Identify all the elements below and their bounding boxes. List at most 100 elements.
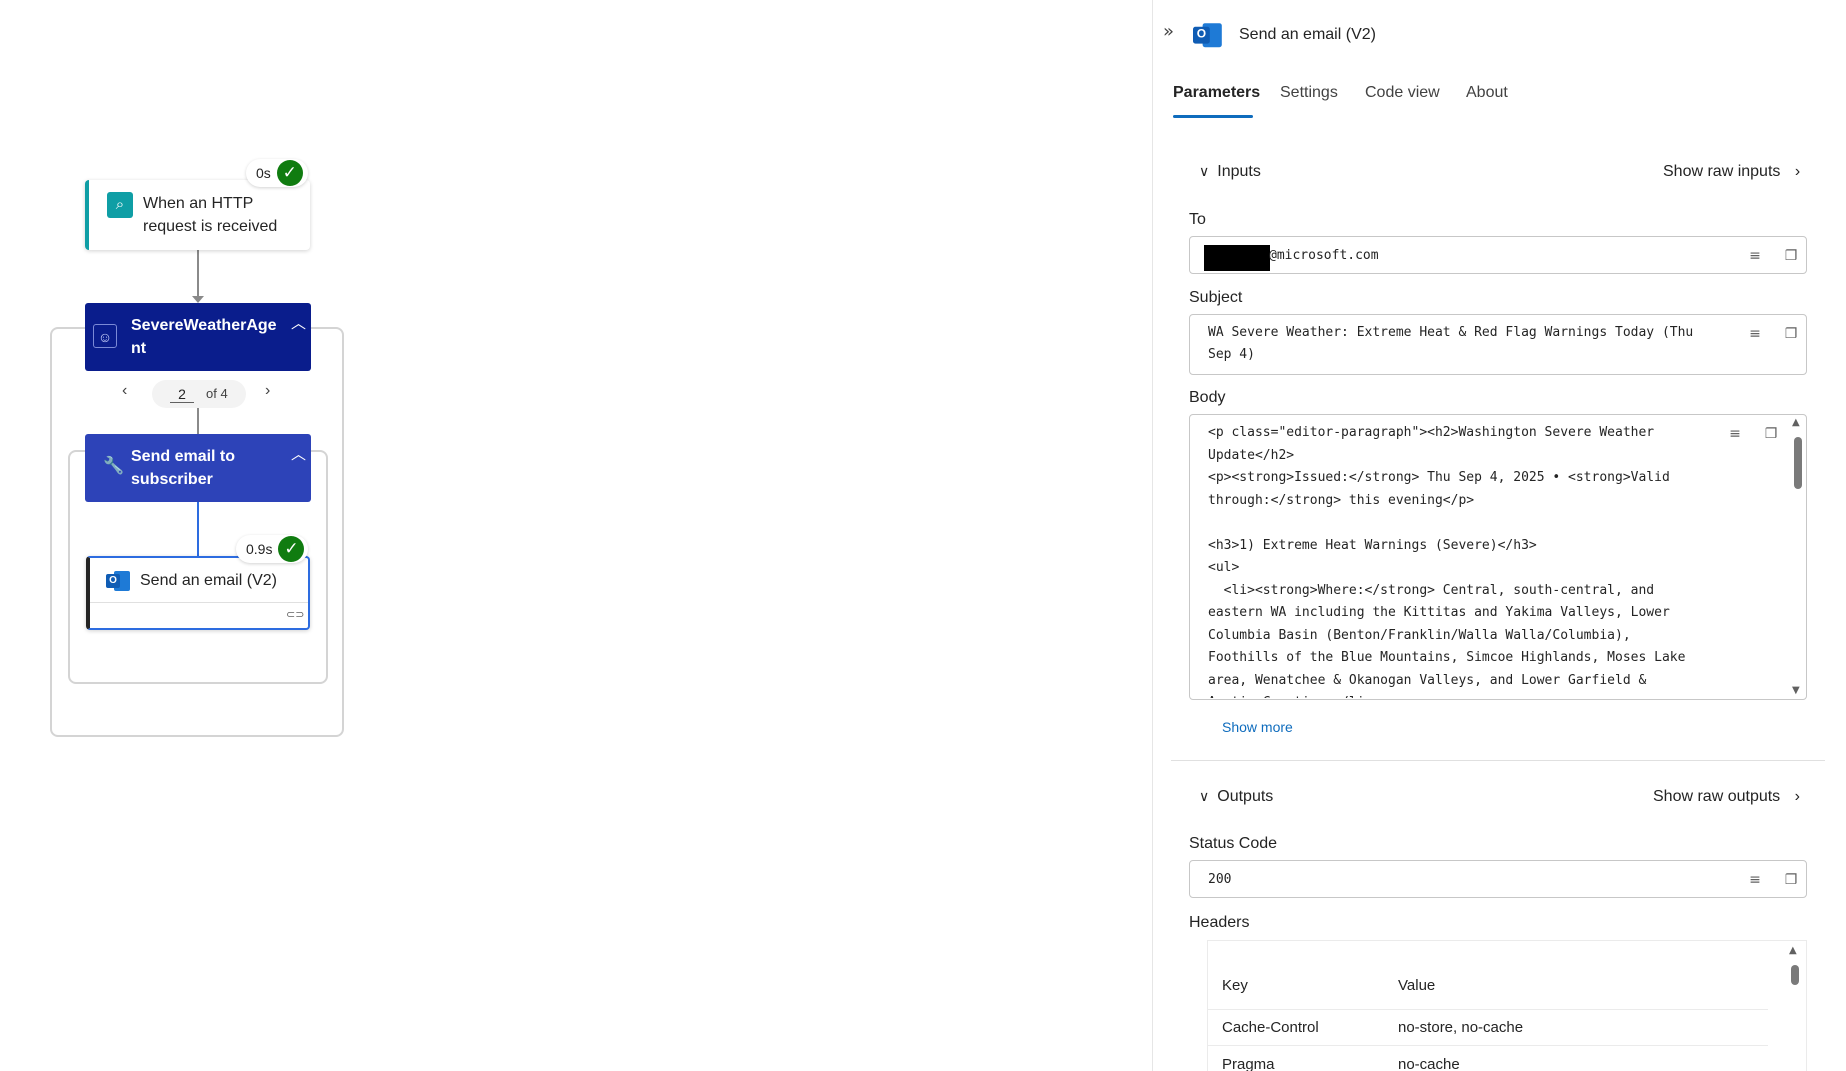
- table-row: Pragma no-cache: [1208, 1046, 1768, 1071]
- action-status-badge: 0.9s ✓: [236, 535, 308, 563]
- format-icon[interactable]: ≡: [1746, 871, 1764, 889]
- show-raw-inputs-link[interactable]: Show raw inputs ›: [1663, 163, 1800, 181]
- connector-line: [197, 250, 199, 297]
- outputs-section-toggle[interactable]: ∨ Outputs: [1199, 788, 1273, 806]
- headers-label: Headers: [1189, 914, 1250, 931]
- table-header-row: Key Value: [1208, 961, 1768, 1010]
- wrench-icon: 🔧: [103, 456, 125, 475]
- format-icon[interactable]: ≡: [1746, 247, 1764, 265]
- header-key: Pragma: [1222, 1056, 1275, 1071]
- show-raw-outputs-label: Show raw outputs: [1653, 788, 1781, 805]
- subject-field[interactable]: WA Severe Weather: Extreme Heat & Red Fl…: [1189, 314, 1807, 375]
- body-field[interactable]: <p class="editor-paragraph"><h2>Washingt…: [1189, 414, 1807, 700]
- chevron-right-icon: ›: [1794, 163, 1801, 180]
- panel-title: Send an email (V2): [1239, 26, 1376, 43]
- body-line: <ul>: [1208, 560, 1240, 575]
- status-code-value: 200: [1208, 872, 1232, 887]
- subscope-title: Send email to subscriber: [131, 445, 281, 491]
- header-value: no-store, no-cache: [1398, 1019, 1524, 1036]
- chevron-down-icon: ∨: [1199, 789, 1210, 805]
- trigger-status-badge: 0s ✓: [246, 159, 308, 187]
- body-line: <p class="editor-paragraph"><h2>Washingt…: [1208, 425, 1655, 440]
- copy-icon[interactable]: ❐: [1782, 325, 1800, 343]
- success-check-icon: ✓: [278, 536, 305, 562]
- copy-icon[interactable]: ❐: [1782, 871, 1800, 889]
- subject-line-1: WA Severe Weather: Extreme Heat & Red Fl…: [1208, 325, 1694, 340]
- pager-box: [152, 380, 246, 408]
- scroll-down-icon[interactable]: ▼: [1792, 685, 1800, 696]
- chevron-down-icon: ∨: [1199, 164, 1210, 180]
- connector-line: [197, 502, 199, 556]
- to-label: To: [1189, 211, 1206, 228]
- tab-about[interactable]: About: [1466, 84, 1508, 102]
- trigger-title: When an HTTP request is received: [143, 195, 278, 235]
- format-icon[interactable]: ≡: [1726, 425, 1744, 443]
- subscope-card[interactable]: 🔧 Send email to subscriber ︿: [85, 434, 311, 502]
- agent-card[interactable]: ☺ SevereWeatherAge nt ︿: [85, 303, 311, 371]
- format-icon[interactable]: ≡: [1746, 325, 1764, 343]
- section-divider: [1171, 760, 1825, 761]
- scrollbar-thumb[interactable]: [1791, 965, 1799, 985]
- tab-parameters[interactable]: Parameters: [1173, 84, 1260, 102]
- body-line: <li><strong>Where:</strong> Central, sou…: [1208, 582, 1655, 598]
- subscope-title-line2: subscriber: [131, 471, 213, 488]
- body-line: through:</strong> this evening</p>: [1208, 492, 1475, 508]
- table-row: Cache-Control no-store, no-cache: [1208, 1009, 1768, 1046]
- pager-current-input[interactable]: 2: [170, 386, 194, 403]
- iteration-pager: ‹ 2 of 4 ›: [122, 380, 272, 408]
- header-value: no-cache: [1398, 1056, 1460, 1071]
- body-line: <h3>1) Extreme Heat Warnings (Severe)</h…: [1208, 537, 1537, 553]
- redacted-block: [1204, 245, 1270, 271]
- send-email-title: Send an email (V2): [140, 572, 277, 589]
- subscope-title-line1: Send email to: [131, 448, 236, 465]
- to-field[interactable]: @microsoft.com ≡ ❐: [1189, 236, 1807, 274]
- inputs-section-toggle[interactable]: ∨ Inputs: [1199, 163, 1261, 181]
- workflow-canvas[interactable]: ⌕ When an HTTP request is received 0s ✓ …: [0, 0, 1152, 1071]
- show-more-link[interactable]: Show more: [1222, 719, 1293, 735]
- column-header-key: Key: [1222, 977, 1248, 994]
- body-line: area, Wenatchee & Okanogan Valleys, and …: [1208, 672, 1647, 688]
- scrollbar-thumb[interactable]: [1794, 437, 1802, 489]
- action-duration: 0.9s: [246, 541, 273, 557]
- collapse-panel-icon[interactable]: »: [1163, 21, 1174, 42]
- subject-line-2: Sep 4): [1208, 347, 1255, 362]
- agent-title-line1: SevereWeatherAge: [131, 317, 277, 334]
- connector-arrow: [192, 296, 204, 303]
- send-email-card[interactable]: O Send an email (V2) ⊂⊃: [86, 556, 310, 630]
- headers-scrollbar[interactable]: ▲: [1788, 941, 1800, 1071]
- active-tab-indicator: [1173, 115, 1253, 118]
- collapse-chevron-icon[interactable]: ︿: [291, 312, 306, 333]
- status-code-field[interactable]: 200 ≡ ❐: [1189, 860, 1807, 898]
- tab-settings[interactable]: Settings: [1280, 84, 1338, 102]
- pager-total: of 4: [206, 386, 228, 401]
- body-line: Update</h2>: [1208, 447, 1295, 463]
- success-check-icon: ✓: [276, 160, 303, 186]
- next-iteration-button[interactable]: ›: [265, 382, 270, 400]
- collapse-chevron-icon[interactable]: ︿: [291, 443, 306, 464]
- link-icon: ⊂⊃: [286, 608, 305, 621]
- body-line: Asotin Counties.</li>: [1208, 692, 1372, 698]
- tab-code-view[interactable]: Code view: [1365, 84, 1440, 102]
- trigger-card[interactable]: ⌕ When an HTTP request is received: [85, 180, 310, 250]
- body-label: Body: [1189, 389, 1226, 406]
- show-raw-outputs-link[interactable]: Show raw outputs ›: [1653, 788, 1800, 806]
- column-header-value: Value: [1398, 977, 1436, 994]
- headers-table: Key Value Cache-Control no-store, no-cac…: [1207, 940, 1807, 1071]
- body-scrollbar[interactable]: ▲ ▼: [1791, 415, 1803, 699]
- status-code-label: Status Code: [1189, 835, 1278, 852]
- body-line: eastern WA including the Kittitas and Ya…: [1208, 605, 1670, 620]
- header-key: Cache-Control: [1222, 1019, 1319, 1036]
- copy-icon[interactable]: ❐: [1762, 425, 1780, 443]
- prev-iteration-button[interactable]: ‹: [122, 382, 127, 400]
- action-details-panel: » O Send an email (V2) ⋮ Parameters Sett…: [1152, 0, 1846, 1071]
- subject-label: Subject: [1189, 289, 1243, 306]
- scroll-up-icon[interactable]: ▲: [1789, 945, 1797, 956]
- more-options-icon[interactable]: ⋮: [1840, 26, 1846, 47]
- body-line: <p><strong>Issued:</strong> Thu Sep 4, 2…: [1208, 470, 1670, 485]
- scroll-up-icon[interactable]: ▲: [1792, 417, 1800, 428]
- connector-line: [197, 408, 199, 434]
- to-value: @microsoft.com: [1269, 248, 1379, 263]
- copy-icon[interactable]: ❐: [1782, 247, 1800, 265]
- show-raw-inputs-label: Show raw inputs: [1663, 163, 1781, 180]
- outputs-heading: Outputs: [1217, 788, 1274, 805]
